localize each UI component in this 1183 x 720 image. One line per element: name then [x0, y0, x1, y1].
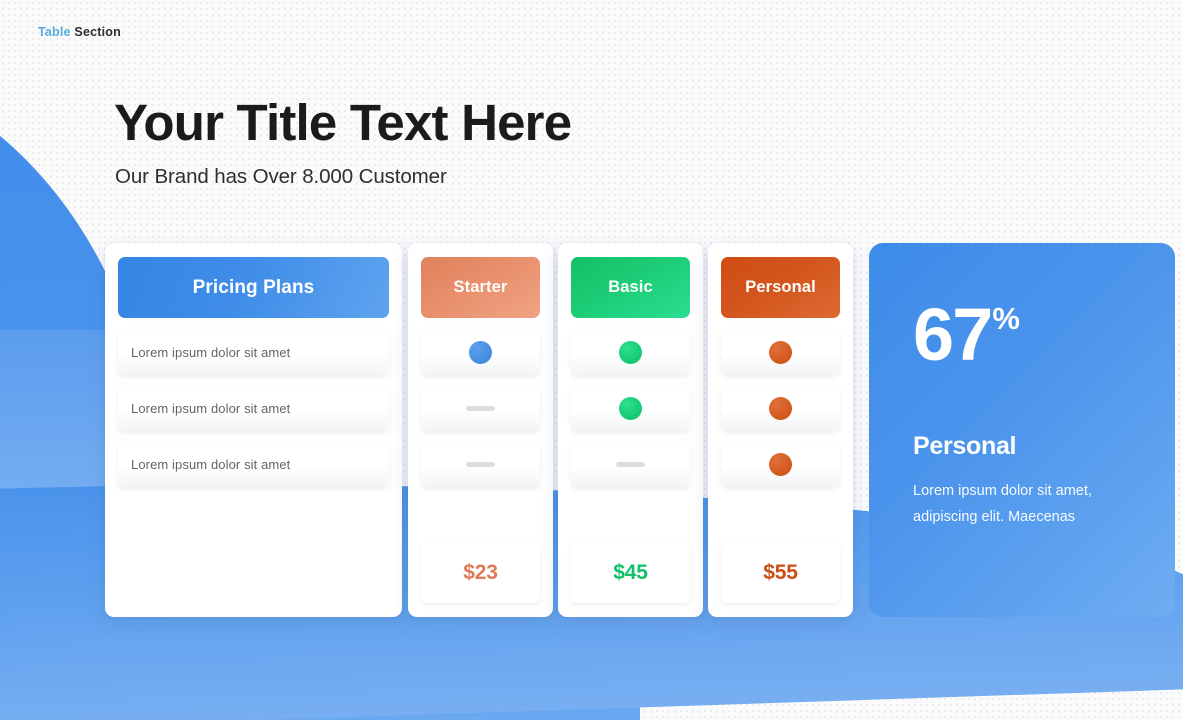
- feature-label: Lorem ipsum dolor sit amet: [131, 456, 291, 472]
- plan-price: $23: [463, 561, 498, 584]
- plan-cell: [571, 385, 690, 431]
- plan-column-personal[interactable]: Personal $55: [708, 243, 853, 617]
- check-dot-icon: [619, 340, 642, 364]
- stat-percent-symbol: %: [992, 301, 1020, 336]
- dash-icon: [616, 461, 645, 467]
- feature-row: Lorem ipsum dolor sit amet: [118, 441, 389, 487]
- check-dot-icon: [769, 396, 792, 420]
- feature-label: Lorem ipsum dolor sit amet: [131, 344, 291, 360]
- plan-cell: [421, 329, 540, 375]
- plan-cell: [421, 441, 540, 487]
- highlight-panel: 67 % Personal Lorem ipsum dolor sit amet…: [869, 243, 1175, 617]
- highlight-panel-text: Lorem ipsum dolor sit amet, adipiscing e…: [913, 483, 1092, 525]
- page-title: Your Title Text Here: [114, 94, 572, 151]
- breadcrumb-accent: Table: [38, 25, 71, 39]
- plan-price-cell: $45: [571, 543, 690, 603]
- pricing-table: Pricing Plans Lorem ipsum dolor sit amet…: [105, 243, 853, 617]
- plan-cell: [571, 441, 690, 487]
- check-dot-icon: [769, 452, 792, 476]
- plan-cell: [721, 329, 840, 375]
- dash-icon: [466, 405, 495, 411]
- plan-cell: [721, 385, 840, 431]
- breadcrumb: Table Section: [38, 25, 121, 39]
- page-subtitle: Our Brand has Over 8.000 Customer: [115, 165, 447, 188]
- feature-row: Lorem ipsum dolor sit amet: [118, 385, 389, 431]
- check-dot-icon: [469, 340, 492, 364]
- plan-header-basic: Basic: [571, 257, 690, 318]
- plan-header-personal: Personal: [721, 257, 840, 318]
- plan-column-basic[interactable]: Basic $45: [558, 243, 703, 617]
- plan-price-cell: $55: [721, 543, 840, 603]
- pricing-label-column: Pricing Plans Lorem ipsum dolor sit amet…: [105, 243, 402, 617]
- stat-block: 67 %: [913, 293, 1131, 376]
- plan-price-cell: $23: [421, 543, 540, 603]
- plan-cell: [571, 329, 690, 375]
- highlight-panel-title: Personal: [913, 432, 1017, 461]
- feature-label: Lorem ipsum dolor sit amet: [131, 400, 291, 416]
- dash-icon: [466, 461, 495, 467]
- plan-price: $55: [763, 561, 798, 584]
- slide-canvas: Table Section Your Title Text Here Our B…: [0, 0, 1183, 720]
- plan-cell: [421, 385, 540, 431]
- breadcrumb-plain: Section: [74, 25, 121, 39]
- pricing-plans-header: Pricing Plans: [118, 257, 389, 318]
- check-dot-icon: [619, 396, 642, 420]
- feature-row: Lorem ipsum dolor sit amet: [118, 329, 389, 375]
- stat-number: 67: [913, 293, 993, 376]
- plan-header-starter: Starter: [421, 257, 540, 318]
- plan-price: $45: [613, 561, 648, 584]
- check-dot-icon: [769, 340, 792, 364]
- plan-column-starter[interactable]: Starter $23: [408, 243, 553, 617]
- plan-cell: [721, 441, 840, 487]
